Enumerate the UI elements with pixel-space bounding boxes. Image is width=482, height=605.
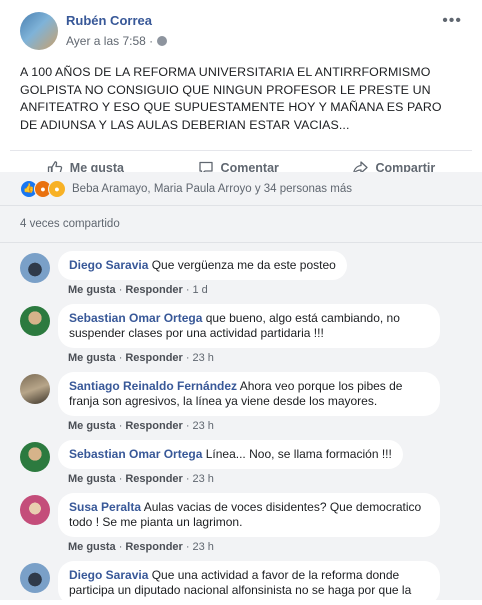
comment-like-link[interactable]: Me gusta xyxy=(68,541,116,553)
comment-reply-link[interactable]: Responder xyxy=(125,541,182,553)
comment-reply-link[interactable]: Responder xyxy=(125,473,182,485)
comment: Santiago Reinaldo Fernández Ahora veo po… xyxy=(20,372,462,432)
author-avatar[interactable] xyxy=(20,12,58,50)
avatar[interactable] xyxy=(20,442,50,472)
comment-meta: Me gusta · Responder · 23 h xyxy=(68,352,214,364)
post-time: Ayer a las 7:58 · xyxy=(66,34,442,48)
comment-time[interactable]: 23 h xyxy=(193,541,214,553)
comment-like-link[interactable]: Me gusta xyxy=(68,352,116,364)
comment-body: Sebastian Omar Ortega que bueno, algo es… xyxy=(58,304,440,364)
comment-bubble: Sebastian Omar Ortega Línea... Noo, se l… xyxy=(58,440,403,469)
post-card: Rubén Correa Ayer a las 7:58 · ••• A 100… xyxy=(0,0,482,605)
comment-author[interactable]: Sebastian Omar Ortega xyxy=(69,311,202,325)
comment-bubble: Susa Peralta Aulas vacias de voces disid… xyxy=(58,493,440,537)
comment-time[interactable]: 1 d xyxy=(193,284,208,296)
comment-text: Que vergüenza me da este posteo xyxy=(151,258,336,272)
post-text: A 100 AÑOS DE LA REFORMA UNIVERSITARIA E… xyxy=(20,65,442,132)
comment-meta: Me gusta · Responder · 23 h xyxy=(68,420,214,432)
reaction-icons: 👍 ● ● xyxy=(20,179,66,198)
comment: Sebastian Omar Ortega Línea... Noo, se l… xyxy=(20,440,462,485)
comment-bubble: Diego Saravia Que vergüenza me da este p… xyxy=(58,251,347,280)
ellipsis-icon[interactable]: ••• xyxy=(442,13,462,29)
comment-time[interactable]: 23 h xyxy=(193,473,214,485)
comment-text: Línea... Noo, se llama formación !!! xyxy=(205,447,392,461)
comment: Susa Peralta Aulas vacias de voces disid… xyxy=(20,493,462,553)
comment-author[interactable]: Susa Peralta xyxy=(69,500,141,514)
reactions-text[interactable]: Beba Aramayo, Maria Paula Arroyo y 34 pe… xyxy=(72,183,352,195)
comment-author[interactable]: Sebastian Omar Ortega xyxy=(69,447,202,461)
comment-meta: Me gusta · Responder · 1 d xyxy=(68,284,208,296)
comment-list: Diego Saravia Que vergüenza me da este p… xyxy=(0,251,482,605)
avatar[interactable] xyxy=(20,306,50,336)
comment: Diego Saravia Que una actividad a favor … xyxy=(20,561,462,605)
comment-meta: Me gusta · Responder · 23 h xyxy=(68,541,214,553)
comment-bubble: Diego Saravia Que una actividad a favor … xyxy=(58,561,440,605)
comment-time[interactable]: 23 h xyxy=(193,420,214,432)
comment-author[interactable]: Diego Saravia xyxy=(69,258,148,272)
author-name[interactable]: Rubén Correa xyxy=(66,13,442,28)
avatar[interactable] xyxy=(20,374,50,404)
comment-like-link[interactable]: Me gusta xyxy=(68,420,116,432)
comment: Sebastian Omar Ortega que bueno, algo es… xyxy=(20,304,462,364)
reactions-bar[interactable]: 👍 ● ● Beba Aramayo, Maria Paula Arroyo y… xyxy=(0,172,482,206)
comment-bubble: Sebastian Omar Ortega que bueno, algo es… xyxy=(58,304,440,348)
post: Rubén Correa Ayer a las 7:58 · ••• A 100… xyxy=(0,0,482,134)
avatar[interactable] xyxy=(20,253,50,283)
comment-body: Santiago Reinaldo Fernández Ahora veo po… xyxy=(58,372,440,432)
comment-body: Diego Saravia Que vergüenza me da este p… xyxy=(58,251,347,296)
comment-like-link[interactable]: Me gusta xyxy=(68,473,116,485)
comment-time[interactable]: 23 h xyxy=(193,352,214,364)
comment-meta: Me gusta · Responder · 23 h xyxy=(68,473,214,485)
post-time-text[interactable]: Ayer a las 7:58 · xyxy=(66,34,153,48)
comment-author[interactable]: Diego Saravia xyxy=(69,568,148,582)
comment-author[interactable]: Santiago Reinaldo Fernández xyxy=(69,379,237,393)
post-header: Rubén Correa Ayer a las 7:58 · ••• xyxy=(10,0,472,50)
comment-like-link[interactable]: Me gusta xyxy=(68,284,116,296)
comment-reply-link[interactable]: Responder xyxy=(125,352,182,364)
shares-count[interactable]: 4 veces compartido xyxy=(0,206,482,243)
globe-icon xyxy=(157,36,168,46)
comment-reply-link[interactable]: Responder xyxy=(125,420,182,432)
comment-bubble: Santiago Reinaldo Fernández Ahora veo po… xyxy=(58,372,440,416)
comments-section: 👍 ● ● Beba Aramayo, Maria Paula Arroyo y… xyxy=(0,172,482,605)
comment-body: Susa Peralta Aulas vacias de voces disid… xyxy=(58,493,440,553)
comment-body: Diego Saravia Que una actividad a favor … xyxy=(58,561,440,605)
comment-body: Sebastian Omar Ortega Línea... Noo, se l… xyxy=(58,440,403,485)
avatar[interactable] xyxy=(20,563,50,593)
wow-reaction-icon: ● xyxy=(48,179,66,198)
author-meta: Rubén Correa Ayer a las 7:58 · xyxy=(66,13,442,48)
avatar[interactable] xyxy=(20,495,50,525)
comment-reply-link[interactable]: Responder xyxy=(125,284,182,296)
comment: Diego Saravia Que vergüenza me da este p… xyxy=(20,251,462,296)
